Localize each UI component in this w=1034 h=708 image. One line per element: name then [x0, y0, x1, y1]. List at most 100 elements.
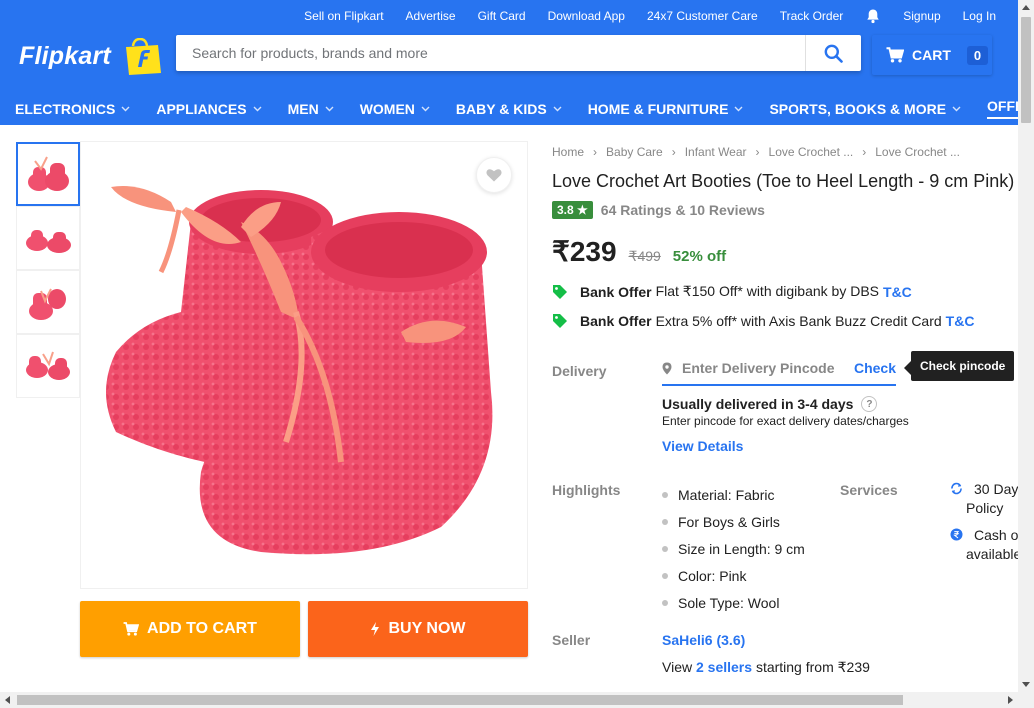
offer-row: Bank Offer Extra 5% off* with Axis Bank … — [552, 313, 974, 329]
price-row: ₹239 ₹499 52% off — [552, 235, 726, 268]
lightning-icon — [371, 622, 380, 636]
check-pincode-tooltip: Check pincode — [903, 351, 1015, 381]
service-text: 30 Day — [974, 481, 1019, 497]
shopping-bag-logo-icon — [126, 38, 161, 75]
horizontal-scroll-thumb[interactable] — [17, 695, 903, 705]
bullet-icon — [662, 599, 668, 606]
wishlist-button[interactable] — [476, 157, 512, 193]
highlight-text: For Boys & Girls — [678, 513, 780, 530]
other-sellers-link[interactable]: 2 sellers — [696, 659, 752, 675]
view-text: View — [662, 659, 693, 675]
scroll-down-arrow-icon[interactable] — [1022, 682, 1030, 687]
chevron-right-icon: › — [671, 145, 676, 159]
buy-now-label: BUY NOW — [388, 620, 466, 637]
chevron-right-icon: › — [755, 145, 760, 159]
chevron-right-icon: › — [593, 145, 598, 159]
seller-name-link[interactable]: SaHeli6 (3.6) — [662, 632, 745, 648]
sell-link[interactable]: Sell on Flipkart — [304, 9, 383, 23]
rating-badge[interactable]: 3.8 ★ — [552, 201, 593, 219]
list-item: Color: Pink — [662, 562, 805, 589]
list-item: Size in Length: 9 cm — [662, 535, 805, 562]
top-links: Sell on Flipkart Advertise Gift Card Dow… — [282, 8, 996, 24]
bullet-icon — [662, 491, 668, 498]
heart-icon — [486, 169, 502, 182]
delivery-estimate-text: Usually delivered in 3-4 days — [662, 396, 854, 412]
nav-label: HOME & FURNITURE — [587, 100, 729, 117]
pincode-input[interactable] — [682, 360, 852, 376]
bullet-icon — [662, 572, 668, 579]
gift-card-link[interactable]: Gift Card — [478, 9, 526, 23]
product-thumbnail-image — [28, 156, 69, 191]
selling-price: ₹239 — [552, 236, 617, 267]
breadcrumb-infant-wear[interactable]: Infant Wear — [685, 145, 747, 159]
location-pin-icon — [662, 362, 672, 374]
service-text: Cash o — [974, 527, 1019, 543]
horizontal-scrollbar[interactable] — [0, 692, 1034, 708]
nav-home-furniture[interactable]: HOME & FURNITURE — [588, 98, 744, 119]
product-title: Love Crochet Art Booties (Toe to Heel Le… — [552, 171, 1015, 191]
nav-sports-books[interactable]: SPORTS, BOOKS & MORE — [769, 98, 961, 119]
nav-label: APPLIANCES — [156, 100, 247, 117]
scroll-right-arrow-icon[interactable] — [1008, 696, 1013, 704]
starting-price-text: starting from ₹239 — [755, 659, 870, 675]
vertical-scroll-thumb[interactable] — [1021, 17, 1031, 123]
nav-women[interactable]: WOMEN — [360, 98, 430, 119]
view-details-link[interactable]: View Details — [662, 438, 743, 454]
chevron-down-icon — [121, 106, 130, 111]
cart-button[interactable]: CART 0 — [872, 35, 992, 75]
offer-text: Extra 5% off* with Axis Bank Buzz Credit… — [655, 313, 942, 329]
offer-title: Bank Offer — [580, 313, 652, 329]
breadcrumb-home[interactable]: Home — [552, 145, 584, 159]
nav-electronics[interactable]: ELECTRONICS — [15, 98, 130, 119]
nav-baby-kids[interactable]: BABY & KIDS — [456, 98, 562, 119]
customer-care-link[interactable]: 24x7 Customer Care — [647, 9, 758, 23]
thumbnail-3[interactable] — [16, 270, 80, 334]
delivery-estimate: Usually delivered in 3-4 days ? — [662, 396, 878, 412]
service-text: Policy — [966, 500, 1004, 516]
search-input[interactable] — [176, 35, 804, 71]
chevron-right-icon: › — [862, 145, 867, 159]
check-pincode-button[interactable]: Check — [854, 360, 896, 376]
flipkart-logo[interactable]: Flipkart — [19, 42, 111, 71]
nav-label: SPORTS, BOOKS & MORE — [769, 100, 947, 117]
product-main-image[interactable] — [80, 141, 528, 589]
breadcrumb-baby-care[interactable]: Baby Care — [606, 145, 663, 159]
offer-title: Bank Offer — [580, 283, 652, 300]
track-order-link[interactable]: Track Order — [780, 9, 844, 23]
rating-row: 3.8 ★ 64 Ratings & 10 Reviews — [552, 201, 765, 219]
offer-tc-link[interactable]: T&C — [883, 284, 912, 300]
download-app-link[interactable]: Download App — [548, 9, 625, 23]
seller-label: Seller — [552, 632, 591, 648]
scroll-left-arrow-icon[interactable] — [5, 696, 10, 704]
scroll-up-arrow-icon[interactable] — [1022, 5, 1030, 10]
advertise-link[interactable]: Advertise — [406, 9, 456, 23]
search-button[interactable] — [805, 35, 861, 71]
chevron-down-icon — [952, 106, 961, 111]
crochet-booties-image — [106, 186, 493, 555]
chevron-down-icon — [421, 106, 430, 111]
buy-now-button[interactable]: BUY NOW — [308, 601, 528, 657]
highlight-text: Color: Pink — [678, 567, 747, 584]
thumbnail-4[interactable] — [16, 334, 80, 398]
other-sellers-line: View 2 sellers starting from ₹239 — [662, 659, 870, 676]
breadcrumb-brand[interactable]: Love Crochet ... — [769, 145, 854, 159]
thumbnail-1[interactable] — [16, 142, 80, 206]
add-to-cart-button[interactable]: ADD TO CART — [80, 601, 300, 657]
login-link[interactable]: Log In — [963, 9, 996, 23]
vertical-scrollbar[interactable] — [1018, 0, 1034, 692]
nav-label: BABY & KIDS — [455, 100, 547, 117]
chevron-down-icon — [325, 106, 334, 111]
help-icon[interactable]: ? — [861, 396, 878, 412]
breadcrumb-product[interactable]: Love Crochet ... — [875, 145, 960, 159]
ratings-reviews-count[interactable]: 64 Ratings & 10 Reviews — [601, 202, 765, 218]
product-thumbnail-image — [26, 351, 70, 380]
thumbnail-2[interactable] — [16, 206, 80, 270]
product-thumbnail-image — [26, 230, 71, 253]
nav-appliances[interactable]: APPLIANCES — [156, 98, 262, 119]
bell-icon[interactable] — [865, 8, 881, 24]
highlight-text: Size in Length: 9 cm — [678, 540, 805, 557]
nav-men[interactable]: MEN — [288, 98, 334, 119]
offer-tc-link[interactable]: T&C — [946, 313, 975, 329]
signup-link[interactable]: Signup — [903, 9, 940, 23]
product-thumbnail-image — [29, 288, 66, 320]
